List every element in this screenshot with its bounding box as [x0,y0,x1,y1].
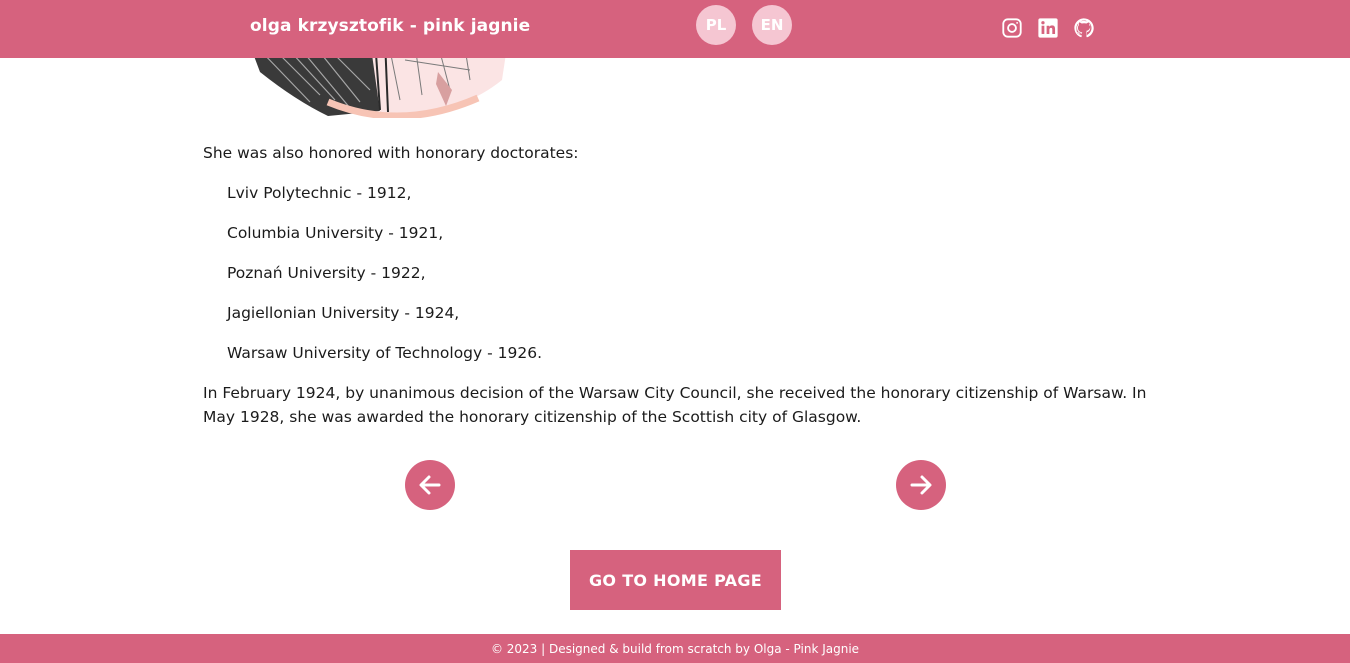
top-navbar: olga krzysztofik - pink jagnie PL EN [0,0,1350,58]
instagram-icon[interactable] [1001,17,1023,39]
arrow-right-icon [910,475,932,495]
article-content: She was also honored with honorary docto… [203,141,1163,429]
list-item: Columbia University - 1921, [227,224,444,242]
doctorates-intro: She was also honored with honorary docto… [203,144,579,162]
list-item: Lviv Polytechnic - 1912, [227,184,412,202]
language-pl-button[interactable]: PL [696,5,736,45]
footer-credits: © 2023 | Designed & build from scratch b… [490,641,860,656]
previous-page-button[interactable] [405,460,455,510]
brand-link[interactable]: olga krzysztofik - pink jagnie [250,16,530,36]
list-item: Warsaw University of Technology - 1926. [227,344,543,362]
home-page-button[interactable]: GO TO HOME PAGE [570,550,781,610]
next-page-button[interactable] [896,460,946,510]
citizenship-paragraph: In February 1924, by unanimous decision … [203,384,1147,426]
github-icon[interactable] [1073,17,1095,39]
linkedin-icon[interactable] [1037,17,1059,39]
arrow-left-icon [419,475,441,495]
doctorates-list: Lviv Polytechnic - 1912, Columbia Univer… [203,181,1163,381]
list-item: Poznań University - 1922, [227,264,426,282]
page-footer: © 2023 | Designed & build from scratch b… [0,634,1350,663]
language-en-button[interactable]: EN [752,5,792,45]
list-item: Jagiellonian University - 1924, [227,304,460,322]
